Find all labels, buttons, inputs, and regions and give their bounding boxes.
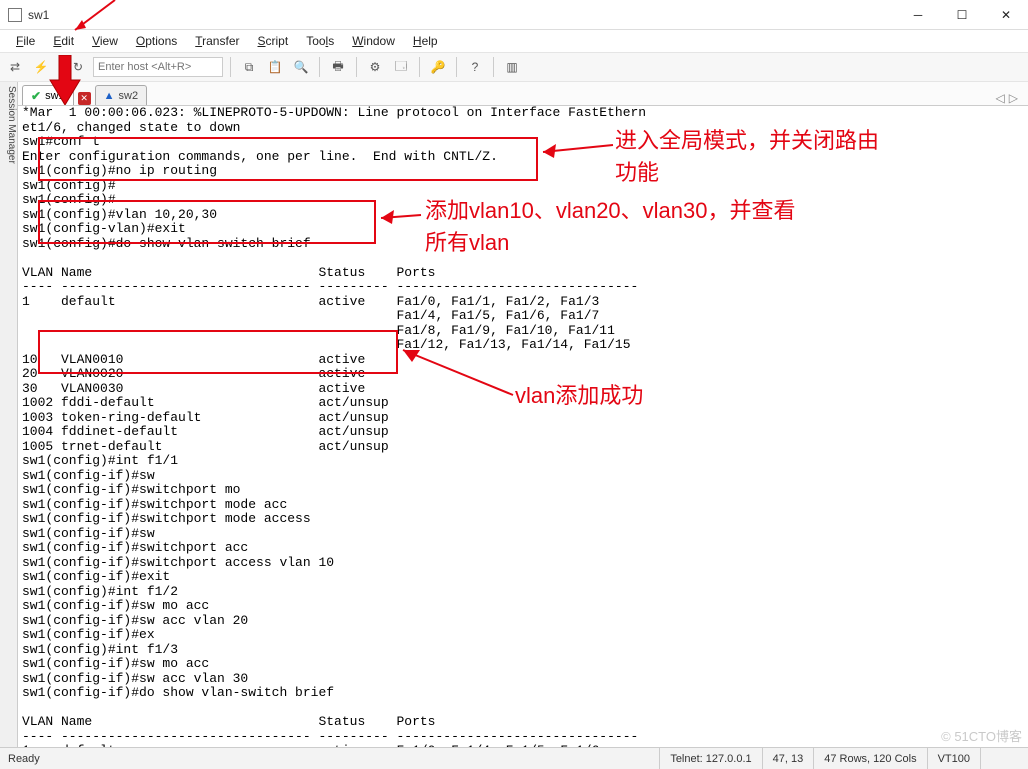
status-extra <box>980 748 1020 769</box>
separator <box>419 57 420 77</box>
status-term: VT100 <box>927 748 980 769</box>
titlebar: sw1 ─ ☐ ✕ <box>0 0 1028 30</box>
content-area: ✔ sw1 ✕ ▲ sw2 ◁ ▷ *Mar 1 00:00:06.023: %… <box>18 82 1028 747</box>
statusbar: Ready Telnet: 127.0.0.1 47, 13 47 Rows, … <box>0 747 1028 769</box>
toolbar: ⇄ ⚡ ↻ ⧉ 📋 🔍 🖶 ⚙ 🗔 🔑 ? ▥ <box>0 52 1028 82</box>
status-cursor-pos: 47, 13 <box>762 748 814 769</box>
app-icon <box>8 8 22 22</box>
menu-edit[interactable]: Edit <box>45 34 82 48</box>
separator <box>319 57 320 77</box>
menu-file[interactable]: File <box>8 34 43 48</box>
separator <box>356 57 357 77</box>
session-options-icon[interactable]: 🗔 <box>390 56 412 78</box>
menu-transfer[interactable]: Transfer <box>187 34 247 48</box>
new-tab-icon[interactable]: ▥ <box>501 56 523 78</box>
menu-script[interactable]: Script <box>250 34 297 48</box>
menubar: File Edit View Options Transfer Script T… <box>0 30 1028 52</box>
options-icon[interactable]: ⚙ <box>364 56 386 78</box>
separator <box>59 57 60 77</box>
tab-sw2[interactable]: ▲ sw2 <box>95 85 147 105</box>
session-manager-panel[interactable]: Session Manager <box>0 82 18 747</box>
status-size: 47 Rows, 120 Cols <box>813 748 926 769</box>
reconnect-icon[interactable]: ↻ <box>67 56 89 78</box>
tabs-row: ✔ sw1 ✕ ▲ sw2 ◁ ▷ <box>18 82 1028 106</box>
separator <box>456 57 457 77</box>
menu-help[interactable]: Help <box>405 34 446 48</box>
status-connection: Telnet: 127.0.0.1 <box>659 748 761 769</box>
menu-view[interactable]: View <box>84 34 126 48</box>
main-area: Session Manager ✔ sw1 ✕ ▲ sw2 ◁ ▷ *Mar 1… <box>0 82 1028 747</box>
maximize-button[interactable]: ☐ <box>940 0 984 30</box>
close-tab-icon[interactable]: ✕ <box>78 92 91 105</box>
tab-prev-icon[interactable]: ◁ <box>996 91 1005 105</box>
separator <box>230 57 231 77</box>
host-input[interactable] <box>93 57 223 77</box>
paste-icon[interactable]: 📋 <box>264 56 286 78</box>
help-icon[interactable]: ? <box>464 56 486 78</box>
status-ready: Ready <box>8 748 50 769</box>
tab-label: sw1 <box>45 90 65 102</box>
print-icon[interactable]: 🖶 <box>327 56 349 78</box>
terminal-output[interactable]: *Mar 1 00:00:06.023: %LINEPROTO-5-UPDOWN… <box>18 106 1028 747</box>
minimize-button[interactable]: ─ <box>896 0 940 30</box>
tab-next-icon[interactable]: ▷ <box>1009 91 1018 105</box>
menu-window[interactable]: Window <box>344 34 403 48</box>
session-icon: ▲ <box>104 90 115 102</box>
watermark: © 51CTO博客 <box>941 726 1022 745</box>
tab-sw1[interactable]: ✔ sw1 <box>22 85 74 105</box>
separator <box>493 57 494 77</box>
connected-icon: ✔ <box>31 89 41 103</box>
quick-connect-icon[interactable]: ⚡ <box>30 56 52 78</box>
key-icon[interactable]: 🔑 <box>427 56 449 78</box>
close-button[interactable]: ✕ <box>984 0 1028 30</box>
tab-label: sw2 <box>119 90 139 102</box>
find-icon[interactable]: 🔍 <box>290 56 312 78</box>
menu-tools[interactable]: Tools <box>298 34 342 48</box>
connect-icon[interactable]: ⇄ <box>4 56 26 78</box>
window-title: sw1 <box>28 8 49 22</box>
menu-options[interactable]: Options <box>128 34 185 48</box>
copy-icon[interactable]: ⧉ <box>238 56 260 78</box>
